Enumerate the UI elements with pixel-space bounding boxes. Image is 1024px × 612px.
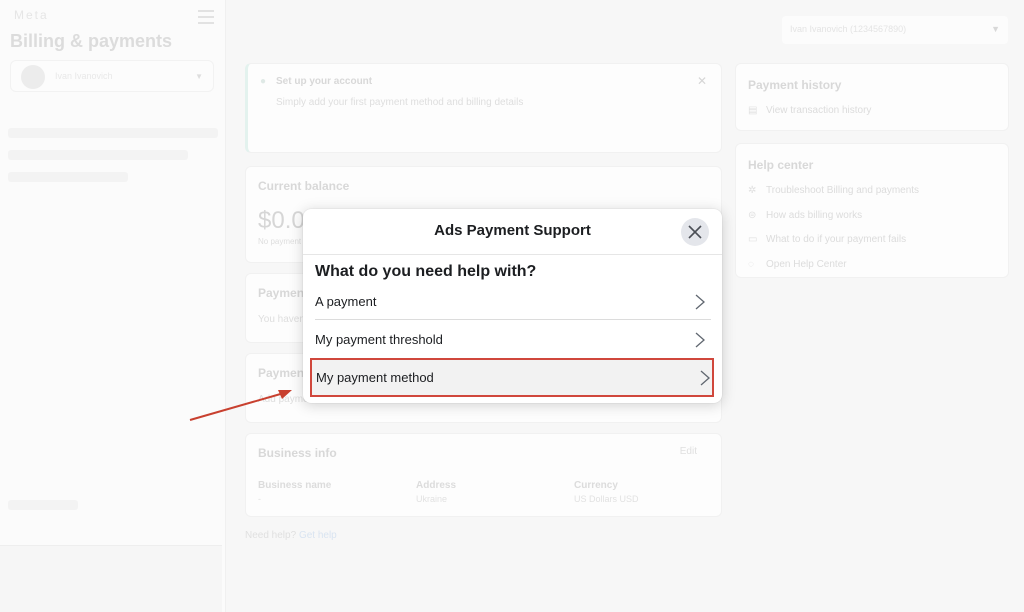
card-icon: ▭ — [748, 234, 758, 245]
view-transaction-history-label: View transaction history — [766, 105, 872, 116]
business-name-label: Business name — [258, 480, 332, 491]
receipt-icon: ▤ — [748, 105, 758, 116]
address-label: Address — [416, 480, 457, 491]
payment-history-card: Payment history ▤ View transaction histor… — [735, 63, 1009, 131]
help-center-title: Help center — [748, 158, 814, 172]
annotation-arrow — [189, 390, 292, 421]
option-label: My payment method — [316, 370, 434, 385]
modal-header: Ads Payment Support — [303, 209, 722, 255]
chevron-right-icon — [700, 370, 710, 386]
setup-title: Set up your account — [276, 76, 373, 87]
sidebar-item[interactable] — [8, 128, 218, 138]
currency-label: Currency — [574, 480, 618, 491]
business-info-title: Business info — [258, 446, 337, 460]
close-icon — [688, 225, 702, 239]
option-payment-method[interactable]: My payment method — [310, 358, 714, 397]
caret-down-icon: ▼ — [991, 24, 1000, 34]
help-link-label: How ads billing works — [766, 210, 863, 221]
close-icon[interactable]: ✕ — [697, 74, 707, 88]
business-name-value: - — [258, 494, 261, 504]
help-link-payment-fails[interactable]: ▭ What to do if your payment fails — [748, 234, 906, 245]
account-switcher[interactable]: Ivan Ivanovich ▼ — [10, 60, 214, 92]
need-help-label: Need help? — [245, 530, 297, 541]
option-payment-threshold[interactable]: My payment threshold — [315, 322, 711, 358]
edit-button[interactable]: Edit — [680, 446, 697, 457]
sidebar-item[interactable] — [8, 172, 128, 182]
page-title: Billing & payments — [10, 31, 173, 51]
help-link-troubleshoot[interactable]: ✲ Troubleshoot Billing and payments — [748, 185, 919, 196]
sidebar-footer — [0, 545, 222, 612]
account-selector[interactable]: Ivan Ivanovich (1234567890) ▼ — [782, 16, 1008, 44]
setup-text: Simply add your first payment method and… — [276, 97, 524, 108]
sidebar-item[interactable] — [8, 150, 188, 160]
help-link-how-billing-works[interactable]: ⊜ How ads billing works — [748, 210, 862, 221]
chevron-right-icon — [695, 332, 705, 348]
chevron-right-icon — [695, 294, 705, 310]
help-link-label: Troubleshoot Billing and payments — [766, 185, 920, 196]
payment-history-title: Payment history — [748, 78, 842, 92]
help-link-label: Open Help Center — [766, 259, 847, 270]
option-a-payment[interactable]: A payment — [315, 284, 711, 320]
modal-question: What do you need help with? — [315, 263, 537, 280]
account-selector-value: Ivan Ivanovich (1234567890) — [790, 24, 907, 34]
caret-down-icon: ▼ — [195, 72, 203, 81]
pin-icon: ● — [260, 76, 267, 87]
business-info-card: Business info Edit Business name - Addre… — [245, 433, 722, 517]
receipt-icon: ⊜ — [748, 210, 757, 221]
account-name: Ivan Ivanovich — [55, 71, 113, 81]
balance-title: Current balance — [258, 179, 350, 193]
ads-payment-support-modal: Ads Payment Support What do you need hel… — [303, 209, 722, 403]
close-button[interactable] — [681, 218, 709, 246]
option-label: My payment threshold — [315, 332, 443, 347]
setup-account-card: ● Set up your account Simply add your fi… — [245, 63, 722, 153]
sidebar-item[interactable] — [8, 500, 78, 510]
help-link-open-help-center[interactable]: ◌ Open Help Center — [748, 259, 847, 270]
tools-icon: ✲ — [748, 185, 757, 196]
view-transaction-history-link[interactable]: ▤ View transaction history — [748, 105, 871, 116]
help-link-label: What to do if your payment fails — [766, 234, 907, 245]
get-help-link[interactable]: Get help — [299, 530, 337, 541]
help-icon: ◌ — [748, 259, 754, 270]
currency-value: US Dollars USD — [574, 494, 639, 504]
need-help-text: Need help? Get help — [245, 530, 337, 541]
help-center-card: Help center ✲ Troubleshoot Billing and pa… — [735, 143, 1009, 278]
sidebar: Meta Billing & payments Ivan Ivanovich ▼ — [0, 0, 226, 612]
avatar — [21, 65, 45, 89]
logo: Meta — [14, 8, 49, 22]
modal-title: Ads Payment Support — [434, 222, 591, 239]
address-value: Ukraine — [416, 494, 448, 504]
hamburger-icon[interactable] — [198, 10, 214, 24]
option-label: A payment — [315, 294, 377, 309]
